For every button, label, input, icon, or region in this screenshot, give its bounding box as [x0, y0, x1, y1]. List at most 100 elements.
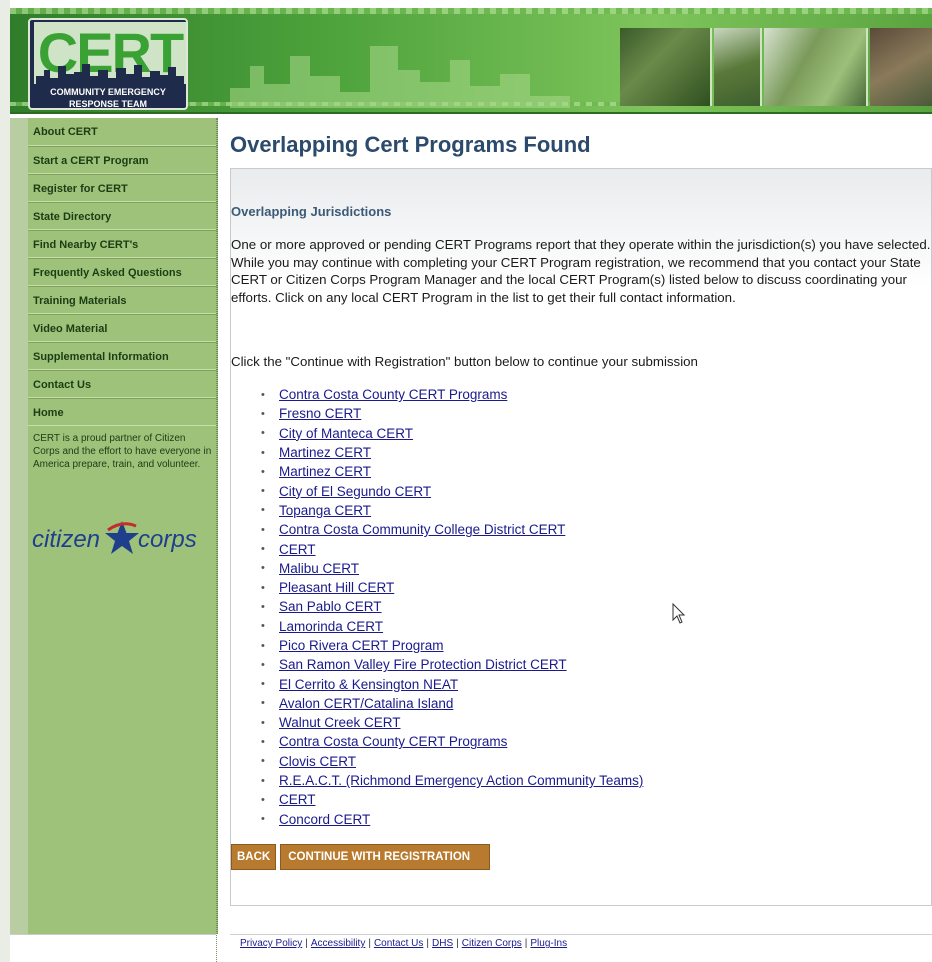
list-item: • Fresno CERT: [261, 404, 643, 423]
page-title: Overlapping Cert Programs Found: [230, 132, 591, 157]
bullet-icon: •: [261, 523, 265, 536]
program-link[interactable]: Walnut Creek CERT: [279, 715, 401, 730]
program-link[interactable]: Fresno CERT: [279, 406, 361, 421]
list-item: • City of Manteca CERT: [261, 424, 643, 443]
program-link[interactable]: Pleasant Hill CERT: [279, 580, 394, 595]
sidebar-item-about-cert[interactable]: About CERT: [28, 118, 217, 146]
list-item: • CERT: [261, 539, 643, 558]
photo-volunteers-3: [870, 28, 932, 106]
program-link[interactable]: El Cerrito & Kensington NEAT: [279, 677, 458, 692]
photo-helmet: [620, 28, 712, 106]
bullet-icon: •: [261, 407, 265, 420]
list-item: • Contra Costa County CERT Programs: [261, 385, 643, 404]
bullet-icon: •: [261, 465, 265, 478]
footer-link-plugins[interactable]: Plug-Ins: [530, 938, 567, 949]
sidebar: About CERT Start a CERT Program Register…: [28, 118, 218, 934]
bullet-icon: •: [261, 581, 265, 594]
list-item: • El Cerrito & Kensington NEAT: [261, 674, 643, 693]
program-link[interactable]: CERT: [279, 792, 316, 807]
bullet-icon: •: [261, 620, 265, 633]
list-item: • Malibu CERT: [261, 559, 643, 578]
list-item: • Pleasant Hill CERT: [261, 578, 643, 597]
bullet-icon: •: [261, 716, 265, 729]
footer-link-citizen-corps[interactable]: Citizen Corps: [462, 938, 522, 949]
site-header: CERT COMMUNITY EMERGENCY RESPONSE TEAM: [10, 8, 932, 114]
sidebar-item-find-nearby[interactable]: Find Nearby CERT's: [28, 230, 217, 258]
sidebar-item-home[interactable]: Home: [28, 398, 217, 426]
sidebar-item-state-directory[interactable]: State Directory: [28, 202, 217, 230]
list-item: • Concord CERT: [261, 810, 643, 829]
list-item: • San Pablo CERT: [261, 597, 643, 616]
bullet-icon: •: [261, 735, 265, 748]
citizen-corps-logo-left: citizen: [32, 526, 101, 553]
program-link[interactable]: R.E.A.C.T. (Richmond Emergency Action Co…: [279, 773, 643, 788]
program-link[interactable]: Contra Costa Community College District …: [279, 522, 565, 537]
list-item: • R.E.A.C.T. (Richmond Emergency Action C…: [261, 771, 643, 790]
program-link[interactable]: Avalon CERT/Catalina Island: [279, 696, 453, 711]
bullet-icon: •: [261, 600, 265, 613]
sidebar-item-contact[interactable]: Contact Us: [28, 370, 217, 398]
volunteer-photos: [620, 28, 932, 106]
list-item: • Martinez CERT: [261, 462, 643, 481]
sidebar-item-supplemental[interactable]: Supplemental Information: [28, 342, 217, 370]
program-link[interactable]: Contra Costa County CERT Programs: [279, 387, 507, 402]
back-button[interactable]: BACK: [231, 844, 277, 870]
program-link[interactable]: San Ramon Valley Fire Protection Distric…: [279, 657, 567, 672]
list-item: • Clovis CERT: [261, 752, 643, 771]
bullet-icon: •: [261, 485, 265, 498]
bullet-icon: •: [261, 543, 265, 556]
program-link[interactable]: Malibu CERT: [279, 561, 359, 576]
list-item: • Walnut Creek CERT: [261, 713, 643, 732]
program-link[interactable]: Contra Costa County CERT Programs: [279, 734, 507, 749]
bullet-icon: •: [261, 658, 265, 671]
footer-separator: |: [368, 938, 371, 949]
logo-subtitle: COMMUNITY EMERGENCY RESPONSE TEAM: [30, 84, 186, 108]
list-item: • City of El Segundo CERT: [261, 481, 643, 500]
bullet-icon: •: [261, 639, 265, 652]
footer-separator: |: [456, 938, 459, 949]
footer-separator: |: [524, 938, 528, 949]
list-item: • Contra Costa County CERT Programs: [261, 732, 643, 751]
footer-link-dhs[interactable]: DHS: [432, 938, 453, 949]
bullet-icon: •: [261, 427, 265, 440]
sidebar-item-video[interactable]: Video Material: [28, 314, 217, 342]
sidebar-item-start-program[interactable]: Start a CERT Program: [28, 146, 217, 174]
footer-links: Privacy Policy | Accessibility | Contact Us |…: [240, 938, 567, 949]
footer-link-privacy[interactable]: Privacy Policy: [240, 938, 302, 949]
sidebar-item-faq[interactable]: Frequently Asked Questions: [28, 258, 217, 286]
bullet-icon: •: [261, 388, 265, 401]
bullet-icon: •: [261, 562, 265, 575]
list-item: • Martinez CERT: [261, 443, 643, 462]
list-item: • Contra Costa Community College District…: [261, 520, 643, 539]
program-link[interactable]: CERT: [279, 542, 316, 557]
footer-separator: |: [305, 938, 308, 949]
program-link[interactable]: Martinez CERT: [279, 445, 371, 460]
program-link[interactable]: Lamorinda CERT: [279, 619, 383, 634]
program-link[interactable]: City of Manteca CERT: [279, 426, 413, 441]
citizen-corps-logo[interactable]: citizen corps: [32, 518, 210, 562]
program-link[interactable]: City of El Segundo CERT: [279, 484, 431, 499]
partner-text: CERT is a proud partner of Citizen Corps…: [33, 433, 212, 470]
program-link[interactable]: Concord CERT: [279, 812, 370, 827]
program-link[interactable]: Martinez CERT: [279, 464, 371, 479]
main-content: Overlapping Cert Programs Found: [230, 118, 932, 906]
continue-registration-button[interactable]: CONTINUE WITH REGISTRATION: [280, 844, 491, 870]
bullet-icon: •: [261, 774, 265, 787]
program-link[interactable]: Topanga CERT: [279, 503, 371, 518]
skyline-icon: [36, 64, 184, 84]
sidebar-item-training[interactable]: Training Materials: [28, 286, 217, 314]
sidebar-item-register[interactable]: Register for CERT: [28, 174, 217, 202]
instruction-text: Click the "Continue with Registration" b…: [231, 354, 698, 369]
cert-logo[interactable]: CERT COMMUNITY EMERGENCY RESPONSE TEAM: [28, 18, 188, 110]
footer-link-accessibility[interactable]: Accessibility: [311, 938, 365, 949]
footer-link-contact[interactable]: Contact Us: [374, 938, 423, 949]
program-link[interactable]: Clovis CERT: [279, 754, 356, 769]
city-silhouette-icon: [230, 46, 570, 108]
program-link[interactable]: Pico Rivera CERT Program: [279, 638, 444, 653]
bullet-icon: •: [261, 446, 265, 459]
list-item: • Topanga CERT: [261, 501, 643, 520]
photo-volunteers-2: [764, 28, 868, 106]
bullet-icon: •: [261, 813, 265, 826]
window-edge: [0, 0, 10, 962]
program-link[interactable]: San Pablo CERT: [279, 599, 382, 614]
